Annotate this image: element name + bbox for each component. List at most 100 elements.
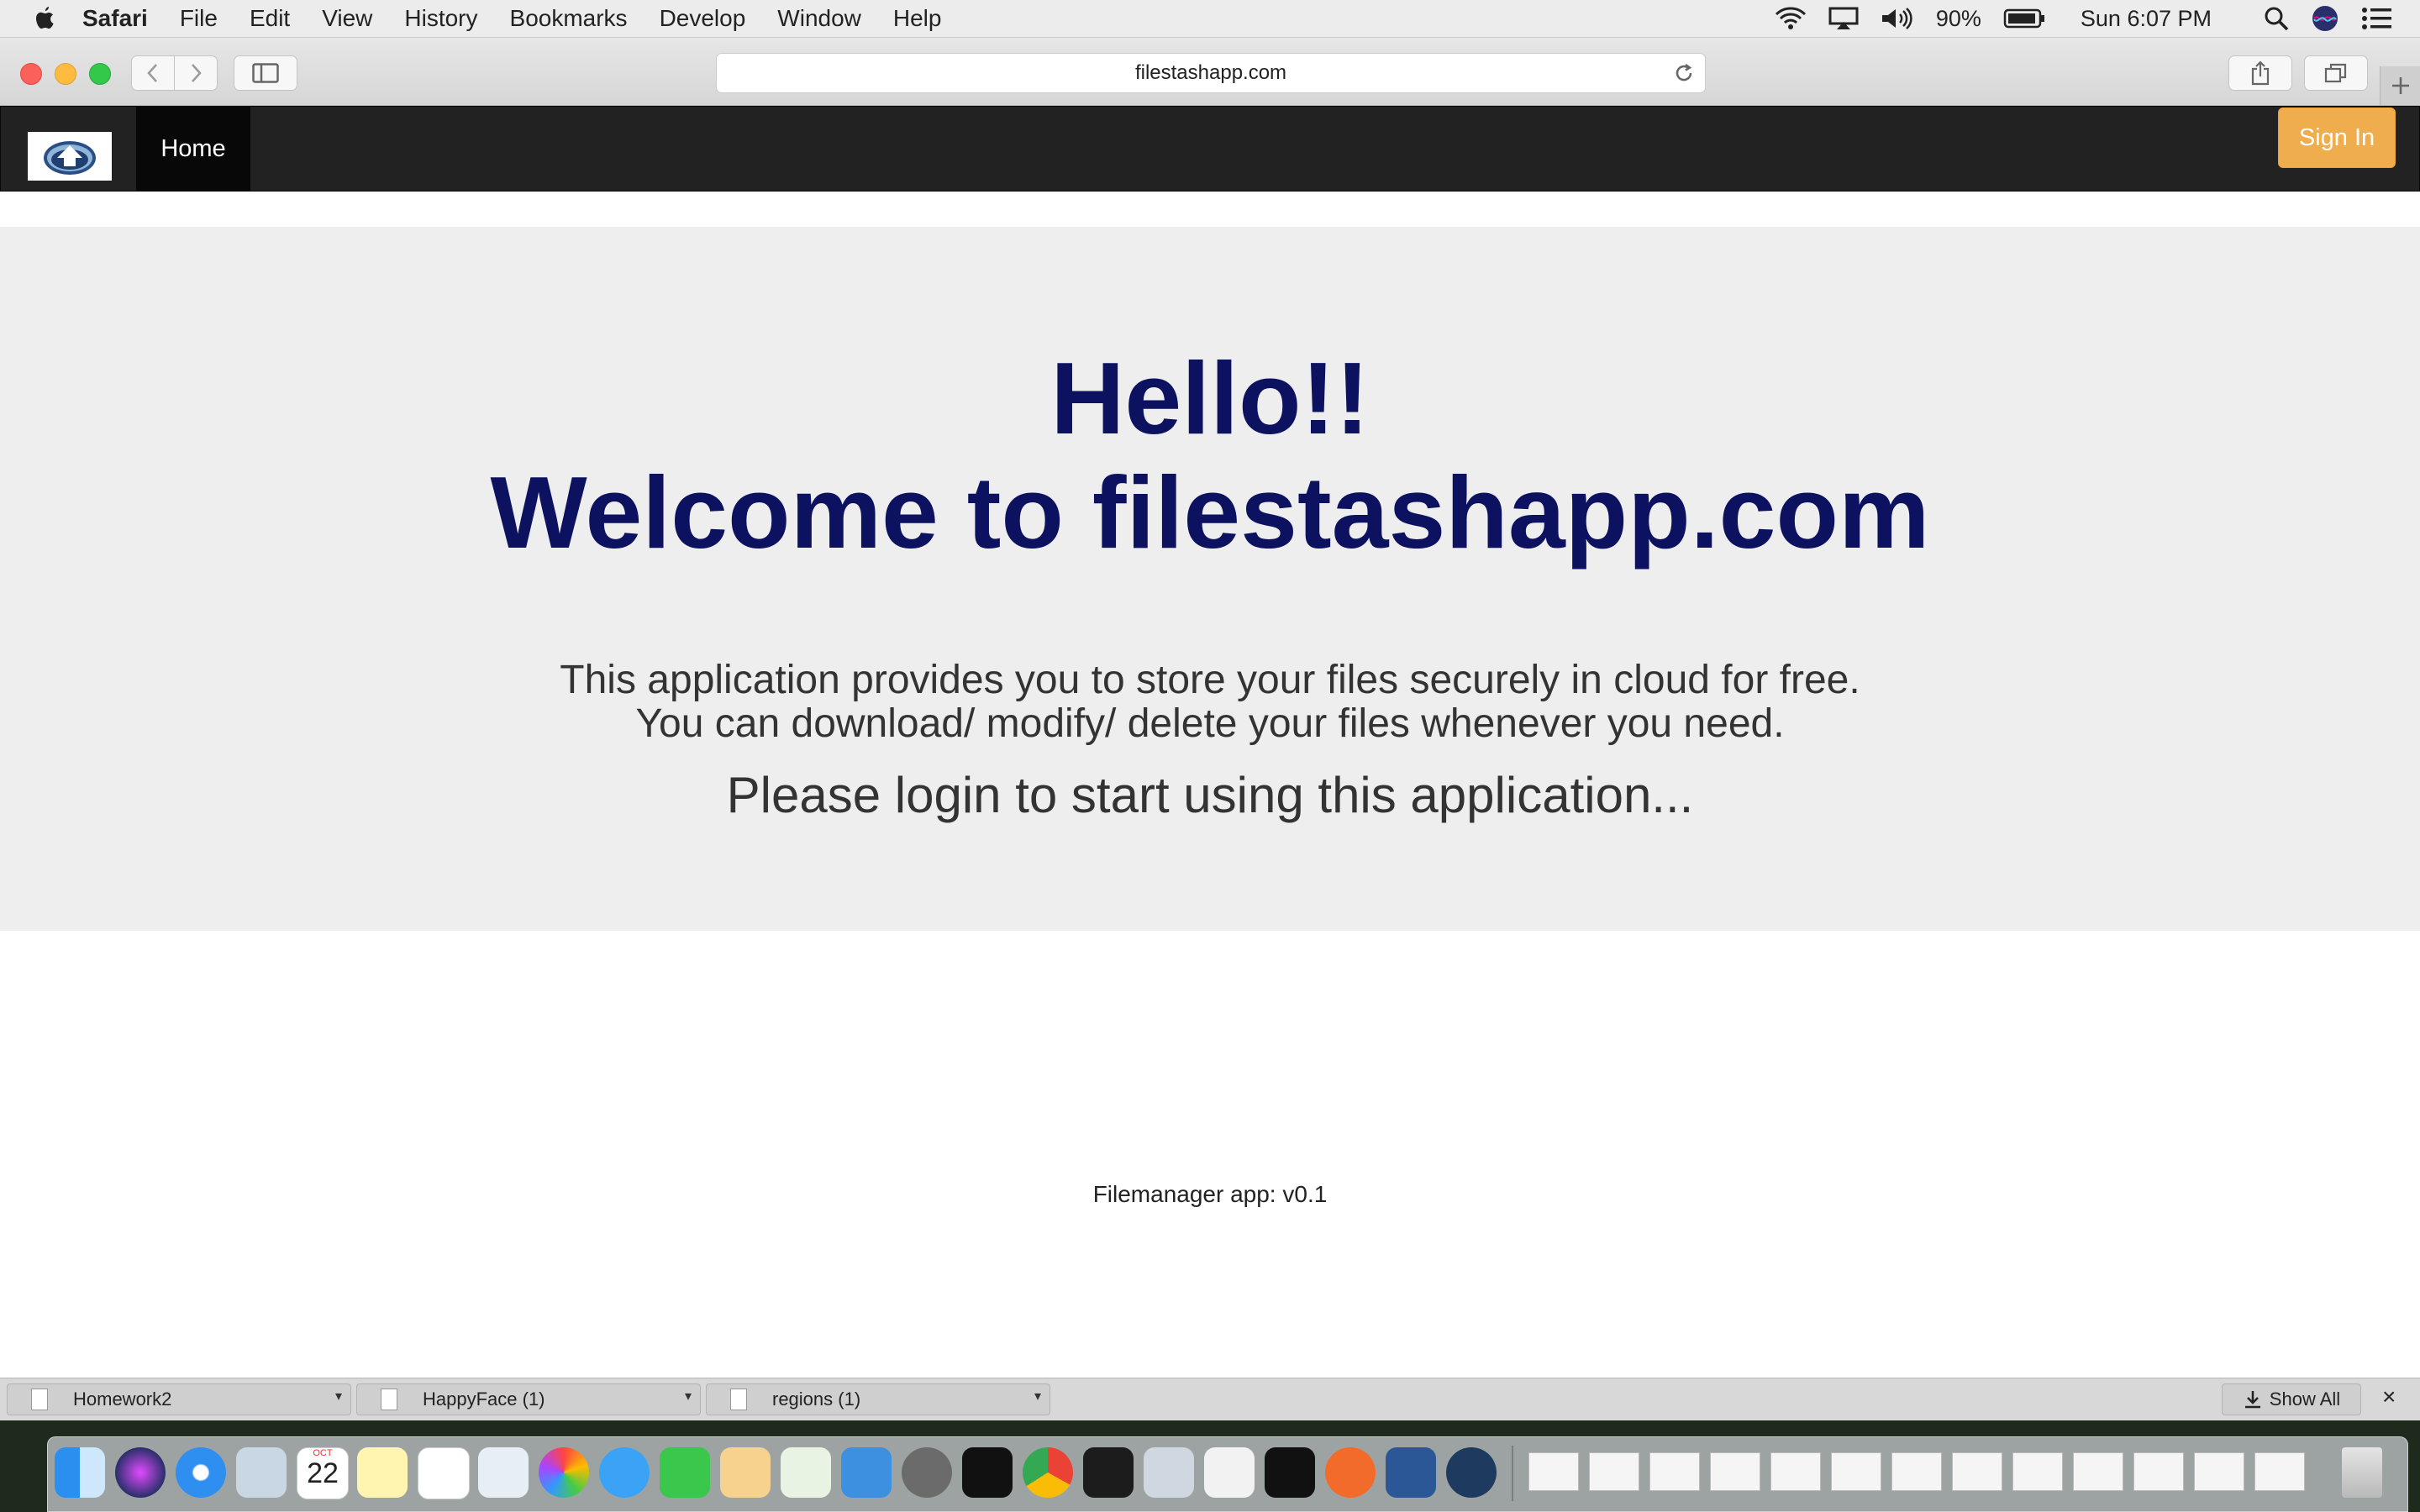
reminders-icon[interactable] xyxy=(418,1447,470,1499)
zoom-window-button[interactable] xyxy=(89,63,111,85)
minimized-window[interactable] xyxy=(1770,1452,1821,1491)
safari-toolbar: filestashapp.com xyxy=(0,38,2420,106)
minimized-window[interactable] xyxy=(2133,1452,2184,1491)
chrome-icon[interactable] xyxy=(1023,1447,1073,1498)
menu-history[interactable]: History xyxy=(404,5,477,32)
notification-center-icon[interactable] xyxy=(2361,7,2393,30)
jumbotron: Hello!! Welcome to filestashapp.com This… xyxy=(0,227,2420,931)
activity-monitor-icon[interactable] xyxy=(1083,1447,1134,1498)
siri-dock-icon[interactable] xyxy=(115,1447,166,1498)
share-button[interactable] xyxy=(2228,55,2292,91)
spotlight-icon[interactable] xyxy=(2264,6,2289,31)
minimized-window[interactable] xyxy=(1589,1452,1639,1491)
calendar-day: 22 xyxy=(307,1457,339,1489)
close-downloads-button[interactable]: × xyxy=(2382,1383,2396,1410)
downloads-bar: Homework2 ▾ HappyFace (1) ▾ regions (1) … xyxy=(0,1378,2420,1420)
dock: OCT 22 xyxy=(47,1436,2408,1512)
menu-view[interactable]: View xyxy=(322,5,372,32)
chevron-down-icon[interactable]: ▾ xyxy=(1034,1388,1041,1404)
macos-menu-bar: Safari File Edit View History Bookmarks … xyxy=(0,0,2420,38)
calendar-icon[interactable]: OCT 22 xyxy=(297,1447,349,1499)
menu-edit[interactable]: Edit xyxy=(250,5,290,32)
notes-icon[interactable] xyxy=(357,1447,408,1498)
description-line-2: You can download/ modify/ delete your fi… xyxy=(635,701,1785,746)
mail-icon[interactable] xyxy=(236,1447,287,1498)
apple-logo-icon[interactable] xyxy=(34,6,57,31)
download-item-name: Homework2 xyxy=(73,1389,172,1410)
safari-icon[interactable] xyxy=(176,1447,226,1498)
download-icon xyxy=(2244,1391,2260,1409)
word-icon[interactable] xyxy=(1386,1447,1436,1498)
new-tab-button[interactable] xyxy=(2380,66,2420,105)
volume-icon[interactable] xyxy=(1881,7,1914,30)
status-area: 90% Sun 6:07 PM xyxy=(1775,0,2393,37)
numbers-icon[interactable] xyxy=(781,1447,831,1498)
welcome-heading: Welcome to filestashapp.com xyxy=(490,455,1930,570)
site-logo[interactable] xyxy=(28,132,112,181)
photos-icon[interactable] xyxy=(539,1447,589,1498)
minimized-window[interactable] xyxy=(2012,1452,2063,1491)
postman-icon[interactable] xyxy=(1325,1447,1376,1498)
keynote-icon[interactable] xyxy=(841,1447,892,1498)
terminal-icon[interactable] xyxy=(962,1447,1013,1498)
share-icon xyxy=(2251,60,2270,86)
site-navbar: Home Sign In xyxy=(0,106,2420,192)
chevron-left-icon xyxy=(147,64,157,82)
close-window-button[interactable] xyxy=(20,63,42,85)
app-version-footer: Filemanager app: v0.1 xyxy=(1092,1181,1328,1207)
dock-separator xyxy=(1512,1446,1513,1501)
messages-icon[interactable] xyxy=(599,1447,650,1498)
sidebar-toggle-button[interactable] xyxy=(234,55,297,91)
show-tabs-button[interactable] xyxy=(2304,55,2368,91)
download-item[interactable]: regions (1) ▾ xyxy=(706,1383,1050,1415)
menu-file[interactable]: File xyxy=(180,5,218,32)
chevron-down-icon[interactable]: ▾ xyxy=(335,1388,342,1404)
minimized-window[interactable] xyxy=(1891,1452,1942,1491)
preview-icon[interactable] xyxy=(478,1447,529,1498)
download-item[interactable]: HappyFace (1) ▾ xyxy=(356,1383,701,1415)
clock[interactable]: Sun 6:07 PM xyxy=(2081,6,2212,32)
show-all-downloads-button[interactable]: Show All xyxy=(2222,1383,2361,1415)
nav-home-link[interactable]: Home xyxy=(136,107,250,191)
minimized-window[interactable] xyxy=(1528,1452,1579,1491)
airplay-icon[interactable] xyxy=(1828,7,1859,30)
forward-button[interactable] xyxy=(174,55,218,91)
facetime-icon[interactable] xyxy=(660,1447,710,1498)
pages-icon[interactable] xyxy=(720,1447,771,1498)
minimized-window[interactable] xyxy=(1952,1452,2002,1491)
address-bar[interactable]: filestashapp.com xyxy=(716,53,1706,93)
back-button[interactable] xyxy=(131,55,175,91)
wifi-icon[interactable] xyxy=(1775,7,1807,30)
download-item[interactable]: Homework2 ▾ xyxy=(7,1383,351,1415)
battery-icon[interactable] xyxy=(2003,8,2045,29)
sign-in-button[interactable]: Sign In xyxy=(2278,108,2396,168)
menu-window[interactable]: Window xyxy=(777,5,861,32)
web-page: Home Sign In Hello!! Welcome to filestas… xyxy=(0,106,2420,1386)
greeting-heading: Hello!! xyxy=(1050,341,1370,455)
sourcetree-icon[interactable] xyxy=(1446,1447,1497,1498)
intellij-icon[interactable] xyxy=(1265,1447,1315,1498)
minimized-window[interactable] xyxy=(1831,1452,1881,1491)
battery-percent: 90% xyxy=(1935,5,1981,31)
image-capture-icon[interactable] xyxy=(1144,1447,1194,1498)
minimized-window[interactable] xyxy=(2073,1452,2123,1491)
minimized-window[interactable] xyxy=(1710,1452,1760,1491)
menu-bookmarks[interactable]: Bookmarks xyxy=(510,5,628,32)
trash-icon[interactable] xyxy=(2342,1447,2382,1498)
system-preferences-icon[interactable] xyxy=(902,1447,952,1498)
chevron-down-icon[interactable]: ▾ xyxy=(685,1388,692,1404)
minimized-window[interactable] xyxy=(1649,1452,1700,1491)
minimize-window-button[interactable] xyxy=(55,63,76,85)
siri-icon[interactable] xyxy=(2311,4,2339,33)
menu-help[interactable]: Help xyxy=(893,5,942,32)
menu-app-name[interactable]: Safari xyxy=(82,5,148,32)
document-icon xyxy=(31,1389,48,1410)
textedit-icon[interactable] xyxy=(1204,1447,1255,1498)
download-item-name: HappyFace (1) xyxy=(423,1389,545,1410)
finder-icon[interactable] xyxy=(55,1447,105,1498)
menu-develop[interactable]: Develop xyxy=(660,5,746,32)
reload-icon[interactable] xyxy=(1673,62,1695,84)
minimized-window[interactable] xyxy=(2254,1452,2305,1491)
minimized-window[interactable] xyxy=(2194,1452,2244,1491)
upload-cloud-logo-icon xyxy=(44,141,96,175)
